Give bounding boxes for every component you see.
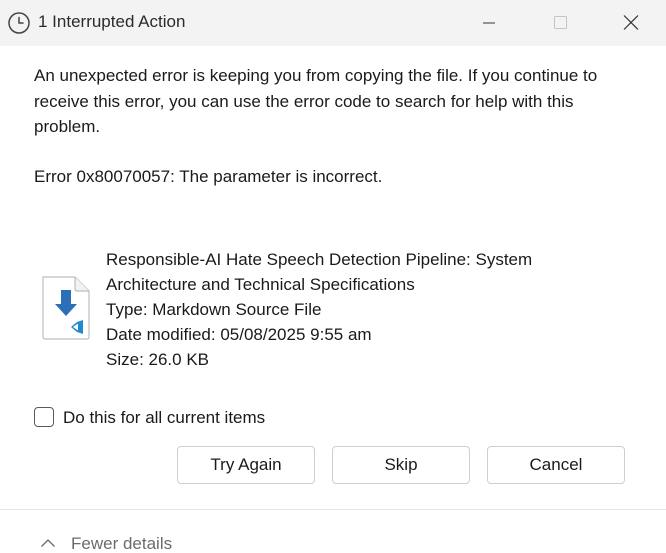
window-title: 1 Interrupted Action [38, 12, 186, 31]
close-icon [623, 15, 639, 30]
title-bar: 1 Interrupted Action [0, 0, 666, 46]
file-details: Responsible-AI Hate Speech Detection Pip… [106, 247, 576, 372]
chevron-up-icon[interactable] [40, 535, 56, 553]
markdown-file-icon [41, 276, 91, 340]
maximize-button[interactable] [538, 0, 584, 46]
fewer-details-toggle[interactable]: Fewer details [71, 533, 172, 553]
file-type: Type: Markdown Source File [106, 300, 322, 319]
close-button[interactable] [608, 0, 654, 46]
clock-icon [7, 11, 31, 35]
minimize-icon [483, 22, 495, 24]
file-date-modified: Date modified: 05/08/2025 9:55 am [106, 325, 372, 344]
file-size: Size: 26.0 KB [106, 350, 210, 369]
interrupted-action-dialog: 1 Interrupted Action An unexpected error… [0, 0, 666, 553]
cancel-button[interactable]: Cancel [487, 446, 625, 484]
try-again-button[interactable]: Try Again [177, 446, 315, 484]
maximize-icon [554, 16, 567, 29]
error-message: An unexpected error is keeping you from … [34, 66, 598, 136]
file-name: Responsible-AI Hate Speech Detection Pip… [106, 250, 533, 294]
error-code: Error 0x80070057: The parameter is incor… [34, 167, 383, 186]
skip-button[interactable]: Skip [332, 446, 470, 484]
minimize-button[interactable] [467, 0, 513, 46]
footer-divider [0, 509, 666, 510]
apply-to-all-checkbox[interactable] [34, 407, 54, 427]
apply-to-all-label[interactable]: Do this for all current items [63, 407, 265, 429]
